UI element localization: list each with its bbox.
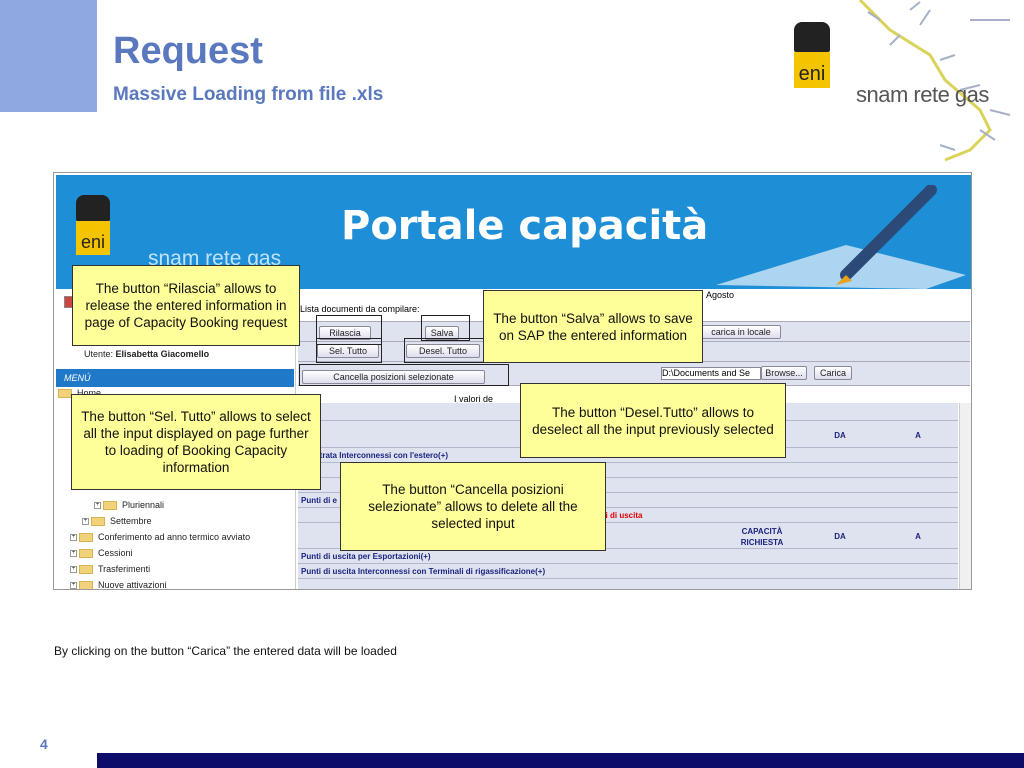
bottom-bar [97,753,1024,768]
pen-icon [716,185,966,289]
slide-subtitle: Massive Loading from file .xls [113,84,384,105]
callout-salva: The button “Salva” allows to save on SAP… [483,290,703,363]
footer-note: By clicking on the button “Carica” the e… [54,644,397,658]
menu-header: MENÚ [56,369,294,387]
highlight-cancella [299,364,509,386]
tree-item-settembre[interactable]: + Settembre [82,516,152,527]
folder-icon [58,389,72,399]
tree-item-cessioni[interactable]: + Cessioni [70,548,133,559]
slide-title: Request [113,30,263,72]
table-row[interactable]: Punti di uscita per Esportazioni(+) [298,549,958,564]
user-label: Utente: [84,349,114,359]
eni-logo: eni [76,195,110,257]
decorative-block [0,0,97,112]
column-header-a: A [915,532,921,541]
column-header-capacita: CAPACITÀ RICHIESTA [740,527,784,547]
tree-item-trasferimenti[interactable]: + Trasferimenti [70,564,150,575]
tree-item-nuove-attivazioni[interactable]: + Nuove attivazioni [70,580,167,589]
highlight-desel-tutto [404,338,484,363]
column-header-da: DA [834,532,846,541]
list-label: Lista documenti da compilare: [300,304,420,314]
column-header-a: A [915,431,921,440]
table-row[interactable]: Punti di uscita Interconnessi con Termin… [298,564,958,579]
callout-desel-tutto: The button “Desel.Tutto” allows to desel… [520,383,786,458]
file-path-input[interactable]: D:\Documents and Se [661,367,761,380]
folder-icon [79,565,93,575]
eni-logo-text: eni [76,221,110,255]
column-header-da: DA [834,431,846,440]
portal-title: Portale capacità [341,203,709,249]
carica-button[interactable]: Carica [814,366,852,380]
folder-icon [91,517,105,527]
tree-item-pluriennali[interactable]: + Pluriennali [94,500,164,511]
folder-icon [79,533,93,543]
callout-sel-tutto: The button “Sel. Tutto” allows to select… [71,394,321,490]
callout-cancella: The button “Cancella posizioni seleziona… [340,462,606,551]
user-name: Elisabetta Giacomello [115,349,210,359]
eni-logo: eni [794,22,830,92]
snam-rete-gas-logo: snam rete gas [856,82,989,107]
folder-icon [79,581,93,589]
page-number: 4 [40,736,48,752]
user-info: Utente: Elisabetta Giacomello [84,349,209,359]
folder-icon [103,501,117,511]
month-label: Agosto [706,290,735,300]
carica-in-locale-button[interactable]: carica in locale [701,325,781,339]
eni-logo-text: eni [794,52,830,88]
tree-item-conferimento[interactable]: + Conferimento ad anno termico avviato [70,532,250,543]
folder-icon [79,549,93,559]
scrollbar[interactable] [959,403,971,589]
highlight-sel-tutto [316,338,382,363]
browse-button[interactable]: Browse... [761,366,807,380]
callout-rilascia: The button “Rilascia” allows to release … [72,265,300,346]
